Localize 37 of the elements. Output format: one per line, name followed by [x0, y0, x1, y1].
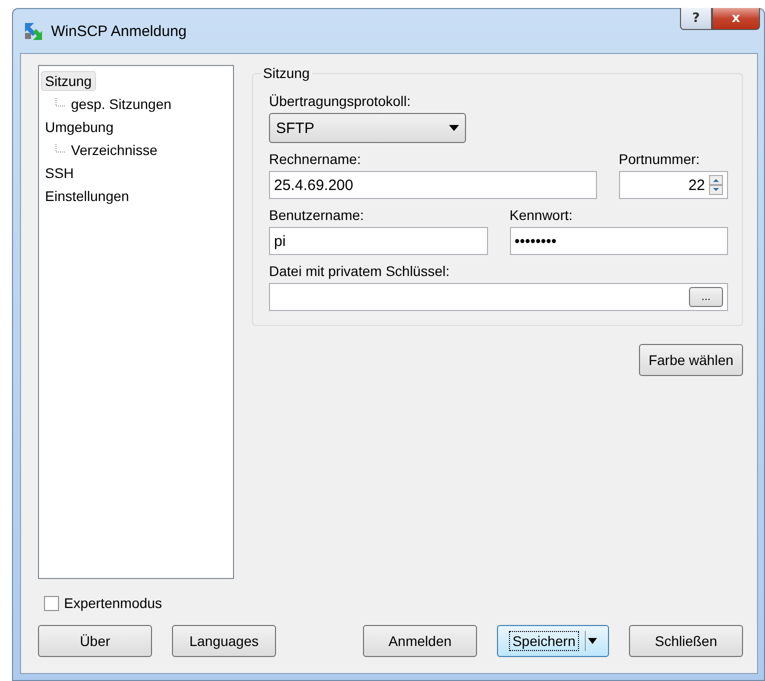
browse-button[interactable]: ...: [689, 287, 723, 307]
checkbox[interactable]: [44, 596, 59, 610]
tree-item[interactable]: SSH: [41, 162, 78, 182]
input-field[interactable]: ...: [269, 283, 728, 311]
dialog-button[interactable]: Schließen: [629, 625, 743, 657]
dialog-button[interactable]: Languages: [172, 625, 276, 657]
caret-icon: [584, 631, 597, 651]
save-button[interactable]: Speichern: [497, 625, 609, 657]
app-logo-icon: [23, 21, 43, 41]
input-field[interactable]: pi: [269, 227, 488, 255]
caret-icon: [449, 125, 459, 131]
checkbox-label: Expertenmodus: [64, 595, 162, 611]
input-field[interactable]: 25.4.69.200: [269, 171, 597, 199]
help-button[interactable]: ?: [680, 8, 712, 30]
tree-item[interactable]: Sitzung: [41, 70, 96, 90]
password-field[interactable]: ••••••••: [510, 227, 728, 255]
color-button[interactable]: Farbe wählen: [639, 344, 743, 376]
close-button[interactable]: x: [712, 8, 760, 30]
spin-arrows-icon: [709, 175, 723, 195]
port-spinner[interactable]: 22: [618, 171, 728, 199]
window-title: WinSCP Anmeldung: [51, 22, 187, 40]
tree-item[interactable]: gesp. Sitzungen: [67, 94, 176, 114]
field-label: Übertragungsprotokoll:: [269, 93, 412, 109]
field-label: Portnummer:: [618, 151, 701, 167]
protocol-dropdown[interactable]: SFTP: [269, 113, 466, 143]
field-label: Kennwort:: [510, 207, 574, 223]
tree-branch-icon: [55, 98, 65, 110]
dialog-button[interactable]: Über: [38, 625, 152, 657]
tree-branch-icon: [55, 144, 65, 156]
dialog-button[interactable]: Anmelden: [363, 625, 477, 657]
tree-item[interactable]: Einstellungen: [41, 186, 134, 206]
group-title: Sitzung: [262, 65, 311, 81]
tree-item[interactable]: Verzeichnisse: [67, 140, 162, 160]
field-label: Datei mit privatem Schlüssel:: [269, 263, 451, 279]
field-label: Benutzername:: [269, 207, 365, 223]
tree-item[interactable]: Umgebung: [41, 116, 118, 136]
field-label: Rechnername:: [269, 151, 362, 167]
